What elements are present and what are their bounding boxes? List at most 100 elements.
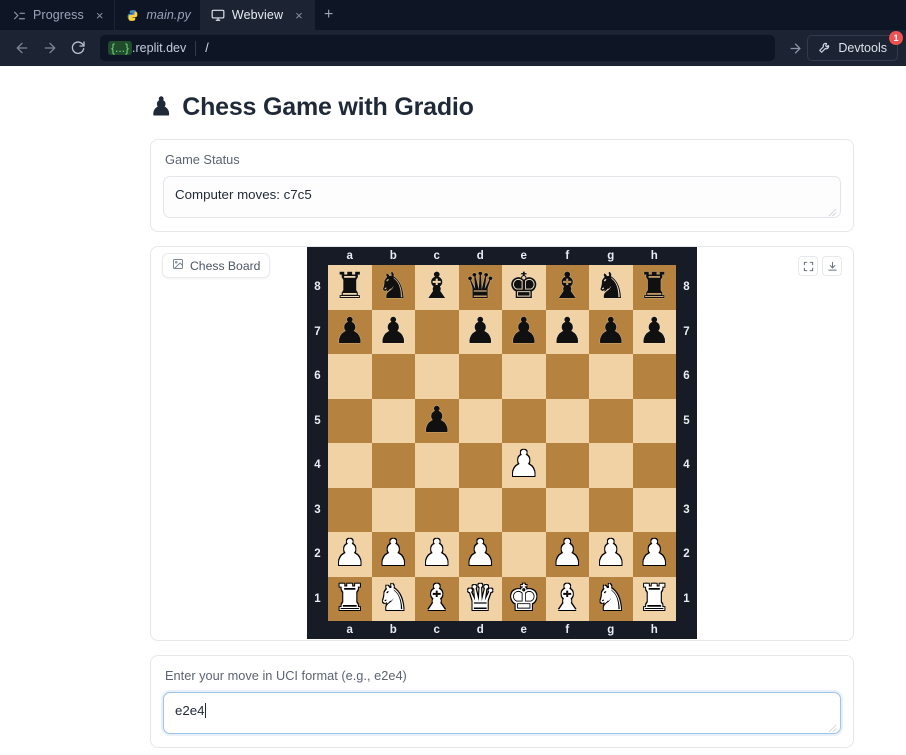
square-f2[interactable]: ♟	[545, 532, 589, 577]
square-g8[interactable]: ♞	[589, 265, 633, 310]
piece-p[interactable]: ♟	[508, 313, 540, 350]
piece-r[interactable]: ♜	[638, 269, 670, 305]
square-g1[interactable]: ♞	[589, 576, 633, 621]
piece-K[interactable]: ♚	[508, 580, 540, 617]
square-c1[interactable]: ♝	[415, 576, 459, 621]
square-a6[interactable]	[328, 354, 372, 399]
square-b2[interactable]: ♟	[371, 532, 415, 577]
tab-webview[interactable]: Webview ×	[200, 0, 315, 30]
square-d1[interactable]: ♛	[458, 576, 502, 621]
tab-progress[interactable]: Progress ×	[2, 0, 116, 30]
square-b1[interactable]: ♞	[371, 576, 415, 621]
square-e7[interactable]: ♟	[502, 309, 546, 354]
piece-P[interactable]: ♟	[595, 536, 627, 572]
square-a8[interactable]: ♜	[328, 265, 372, 310]
square-d3[interactable]	[458, 487, 502, 532]
square-d5[interactable]	[458, 398, 502, 443]
piece-p[interactable]: ♟	[551, 313, 583, 350]
square-g5[interactable]	[589, 398, 633, 443]
square-f6[interactable]	[545, 354, 589, 399]
piece-N[interactable]: ♞	[595, 580, 627, 617]
square-f7[interactable]: ♟	[545, 309, 589, 354]
piece-p[interactable]: ♟	[638, 313, 670, 350]
piece-R[interactable]: ♜	[334, 580, 366, 617]
square-e8[interactable]: ♚	[502, 265, 546, 310]
piece-P[interactable]: ♟	[377, 536, 409, 572]
square-g7[interactable]: ♟	[589, 309, 633, 354]
piece-p[interactable]: ♟	[377, 313, 409, 350]
square-g3[interactable]	[589, 487, 633, 532]
square-h3[interactable]	[632, 487, 676, 532]
square-f8[interactable]: ♝	[545, 265, 589, 310]
tab-close-button[interactable]: ×	[293, 9, 305, 22]
square-f5[interactable]	[545, 398, 589, 443]
game-status-textarea[interactable]: Computer moves: c7c5	[163, 176, 841, 218]
piece-P[interactable]: ♟	[464, 536, 496, 572]
square-h1[interactable]: ♜	[632, 576, 676, 621]
square-h6[interactable]	[632, 354, 676, 399]
square-e4[interactable]: ♟	[502, 443, 546, 488]
square-c5[interactable]: ♟	[415, 398, 459, 443]
square-e5[interactable]	[502, 398, 546, 443]
resize-grip-icon[interactable]	[828, 205, 837, 217]
square-f4[interactable]	[545, 443, 589, 488]
square-g2[interactable]: ♟	[589, 532, 633, 577]
square-e2[interactable]	[502, 532, 546, 577]
new-tab-button[interactable]: +	[315, 0, 343, 30]
piece-n[interactable]: ♞	[595, 269, 627, 305]
piece-k[interactable]: ♚	[508, 269, 540, 305]
square-c8[interactable]: ♝	[415, 265, 459, 310]
square-b3[interactable]	[371, 487, 415, 532]
piece-B[interactable]: ♝	[551, 580, 583, 617]
forward-button[interactable]	[36, 35, 64, 61]
square-d4[interactable]	[458, 443, 502, 488]
square-e3[interactable]	[502, 487, 546, 532]
square-b6[interactable]	[371, 354, 415, 399]
piece-P[interactable]: ♟	[334, 536, 366, 572]
piece-p[interactable]: ♟	[421, 402, 453, 439]
square-c2[interactable]: ♟	[415, 532, 459, 577]
download-icon[interactable]	[822, 256, 842, 276]
square-d2[interactable]: ♟	[458, 532, 502, 577]
square-f3[interactable]	[545, 487, 589, 532]
square-b7[interactable]: ♟	[371, 309, 415, 354]
square-d8[interactable]: ♛	[458, 265, 502, 310]
chess-board[interactable]: a b c d e f g h 8 7 6 5 4 3 2 1 ♜ ♞ ♝ ♛ ♚ ♝ ♞ ♜ ♟ ♟ ♟ ♟ ♟ ♟ ♟ ♟ ♟ ♟ ♟ ♟ ♟ ♟…	[307, 247, 697, 639]
square-f1[interactable]: ♝	[545, 576, 589, 621]
piece-p[interactable]: ♟	[464, 313, 496, 350]
square-c4[interactable]	[415, 443, 459, 488]
reload-button[interactable]	[64, 35, 92, 61]
move-input-textarea[interactable]: e2e4	[163, 692, 841, 734]
fullscreen-icon[interactable]	[798, 256, 818, 276]
address-go-button[interactable]	[783, 36, 807, 60]
square-e1[interactable]: ♚	[502, 576, 546, 621]
devtools-button[interactable]: Devtools 1	[807, 31, 903, 61]
piece-N[interactable]: ♞	[377, 580, 409, 617]
square-d7[interactable]: ♟	[458, 309, 502, 354]
piece-q[interactable]: ♛	[464, 269, 496, 305]
back-button[interactable]	[8, 35, 36, 61]
square-a3[interactable]	[328, 487, 372, 532]
piece-P[interactable]: ♟	[421, 536, 453, 572]
square-c3[interactable]	[415, 487, 459, 532]
square-c6[interactable]	[415, 354, 459, 399]
square-g4[interactable]	[589, 443, 633, 488]
square-h2[interactable]: ♟	[632, 532, 676, 577]
piece-b[interactable]: ♝	[421, 269, 453, 305]
square-c7[interactable]	[415, 309, 459, 354]
piece-P[interactable]: ♟	[508, 447, 540, 483]
tab-main-py[interactable]: main.py	[115, 0, 201, 30]
square-a7[interactable]: ♟	[328, 309, 372, 354]
square-b8[interactable]: ♞	[371, 265, 415, 310]
piece-R[interactable]: ♜	[638, 580, 670, 617]
piece-p[interactable]: ♟	[334, 313, 366, 350]
square-a2[interactable]: ♟	[328, 532, 372, 577]
square-a1[interactable]: ♜	[328, 576, 372, 621]
piece-P[interactable]: ♟	[638, 536, 670, 572]
piece-P[interactable]: ♟	[551, 536, 583, 572]
square-e6[interactable]	[502, 354, 546, 399]
piece-Q[interactable]: ♛	[464, 580, 496, 617]
square-b5[interactable]	[371, 398, 415, 443]
piece-b[interactable]: ♝	[551, 269, 583, 305]
board-squares[interactable]: ♜ ♞ ♝ ♛ ♚ ♝ ♞ ♜ ♟ ♟ ♟ ♟ ♟ ♟ ♟ ♟ ♟ ♟ ♟ ♟ ♟ ♟ ♟ ♟ ♜ ♞ ♝ ♛ ♚ ♝ ♞ ♜	[328, 265, 676, 621]
